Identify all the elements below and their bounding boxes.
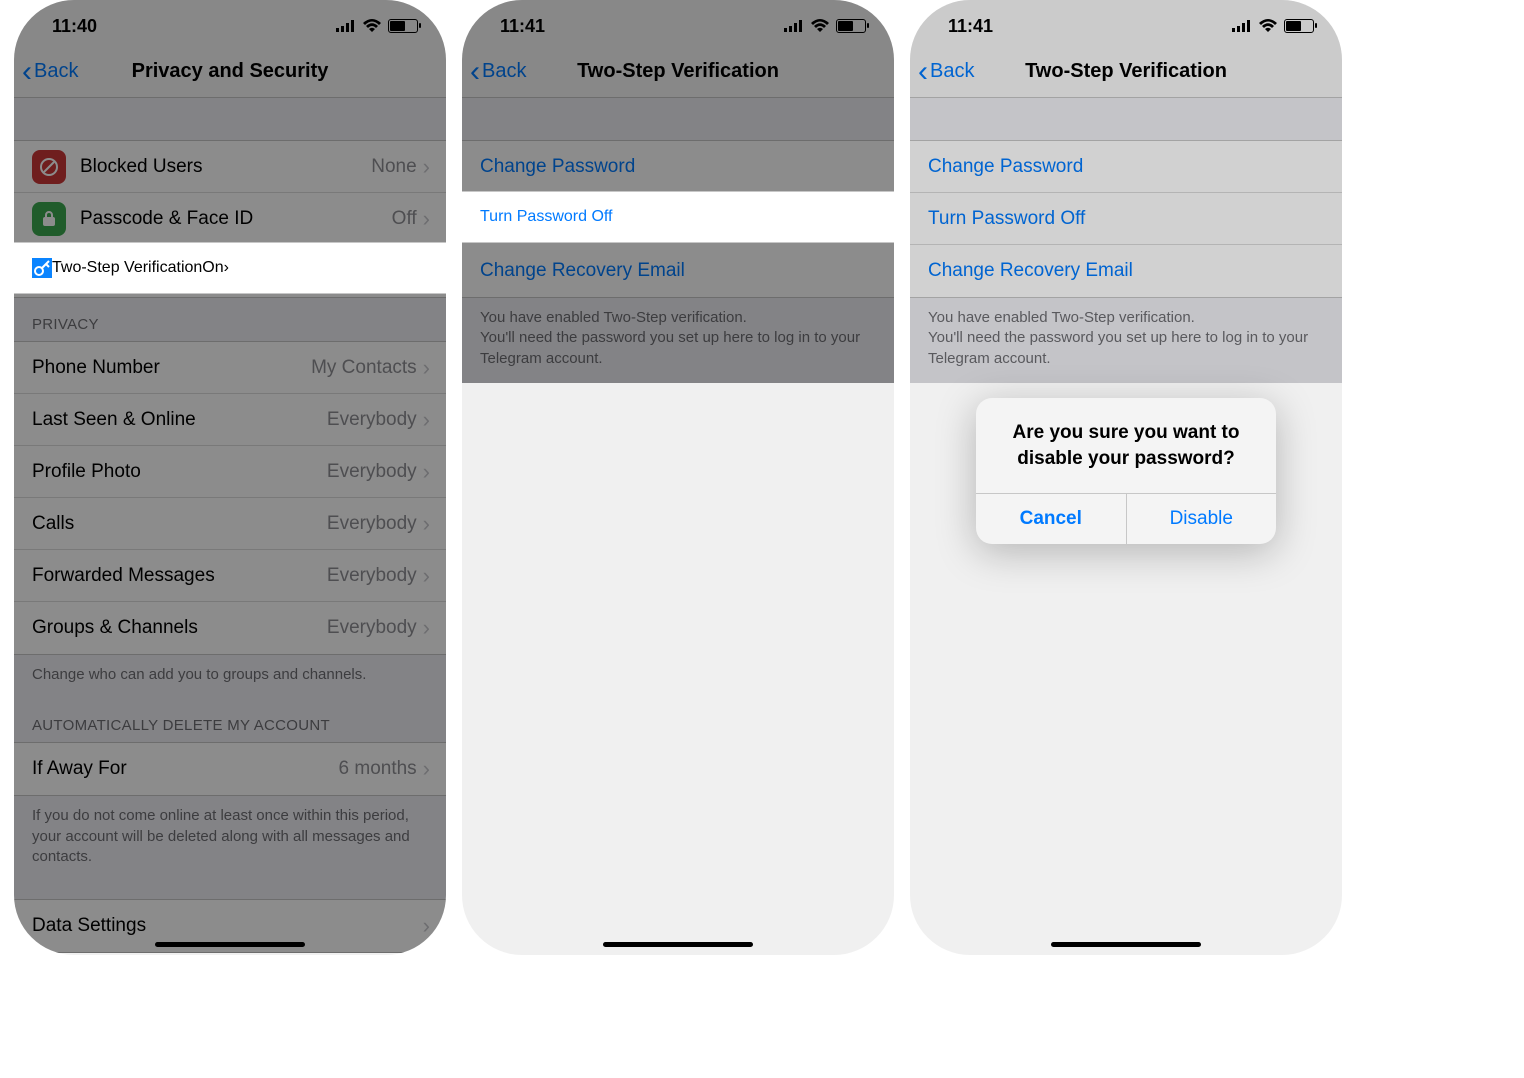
section-header-privacy: PRIVACY [14,298,446,341]
status-time: 11:40 [52,16,97,37]
home-indicator[interactable] [1051,942,1201,947]
phone-frame-3: 11:41 ‹ Back Two-Step Verification Chang… [910,0,1342,955]
back-button[interactable]: ‹ Back [22,57,78,87]
battery-icon [836,19,866,33]
chevron-right-icon: › [423,511,430,537]
row-forwarded-messages[interactable]: Forwarded MessagesEverybody› [14,550,446,602]
chevron-right-icon: › [423,206,430,232]
row-value: Off [392,208,417,230]
auto-delete-footer: If you do not come online at least once … [14,796,446,881]
privacy-footer: Change who can add you to groups and cha… [14,655,446,699]
row-profile-photo[interactable]: Profile PhotoEverybody› [14,446,446,498]
row-if-away[interactable]: If Away For6 months› [14,743,446,795]
back-label: Back [34,60,78,83]
row-label: Turn Password Off [480,208,613,226]
phone-frame-1: 11:40 ‹ Back Privacy and Security [14,0,446,955]
chevron-left-icon: ‹ [918,57,928,87]
nav-bar: ‹ Back Two-Step Verification [910,46,1342,98]
status-time: 11:41 [948,16,993,37]
row-value: On [202,259,223,277]
cellular-icon [784,20,804,32]
chevron-right-icon: › [423,615,430,641]
alert-cancel-button[interactable]: Cancel [976,494,1127,544]
battery-icon [388,19,418,33]
row-groups-channels[interactable]: Groups & ChannelsEverybody› [14,602,446,654]
wifi-icon [362,19,382,33]
wifi-icon [810,19,830,33]
nav-bar: ‹ Back Privacy and Security [14,46,446,98]
chevron-right-icon: › [224,259,229,277]
status-bar: 11:41 [910,0,1342,46]
back-button[interactable]: ‹ Back [918,57,974,87]
row-value: None [371,156,416,178]
blocked-icon [32,150,66,184]
confirmation-alert: Are you sure you want to disable your pa… [976,398,1276,544]
twostep-group: Change Password Turn Password Off Change… [910,140,1342,298]
row-change-recovery-email[interactable]: Change Recovery Email [910,245,1342,297]
chevron-left-icon: ‹ [22,57,32,87]
status-time: 11:41 [500,16,545,37]
row-turn-password-off[interactable]: Turn Password Off [910,193,1342,245]
row-label: Passcode & Face ID [80,208,392,230]
chevron-right-icon: › [423,756,430,782]
key-icon [32,258,52,278]
twostep-footer: You have enabled Two-Step verification. … [910,298,1342,383]
chevron-right-icon: › [423,563,430,589]
row-phone-number[interactable]: Phone NumberMy Contacts› [14,342,446,394]
status-indicators [1232,19,1314,33]
row-label: Blocked Users [80,156,371,178]
passcode-icon [32,202,66,236]
page-title: Privacy and Security [132,60,329,83]
row-turn-password-off[interactable]: Turn Password Off [462,191,894,243]
status-bar: 11:41 [462,0,894,46]
row-two-step-verification[interactable]: Two-Step Verification On › [14,242,446,294]
alert-disable-button[interactable]: Disable [1127,494,1277,544]
page-title: Two-Step Verification [577,60,779,83]
wifi-icon [1258,19,1278,33]
row-label: Two-Step Verification [52,259,202,277]
home-indicator[interactable] [155,942,305,947]
page-title: Two-Step Verification [1025,60,1227,83]
row-calls[interactable]: CallsEverybody› [14,498,446,550]
row-last-seen[interactable]: Last Seen & OnlineEverybody› [14,394,446,446]
nav-bar: ‹ Back Two-Step Verification [462,46,894,98]
section-header-auto-delete: AUTOMATICALLY DELETE MY ACCOUNT [14,699,446,742]
back-button[interactable]: ‹ Back [470,57,526,87]
chevron-right-icon: › [423,154,430,180]
row-blocked-users[interactable]: Blocked Users None › [14,141,446,193]
settings-content: Blocked Users None › Passcode & Face ID … [14,98,446,953]
settings-content: Change Password Turn Password Off Change… [910,98,1342,383]
privacy-group: Phone NumberMy Contacts› Last Seen & Onl… [14,341,446,655]
twostep-footer: You have enabled Two-Step verification. … [462,298,894,383]
status-indicators [336,19,418,33]
phone-frame-2: 11:41 ‹ Back Two-Step Verification Chang… [462,0,894,955]
back-label: Back [930,60,974,83]
cellular-icon [1232,20,1252,32]
chevron-right-icon: › [423,913,430,939]
home-indicator[interactable] [603,942,753,947]
row-change-password[interactable]: Change Password [910,141,1342,193]
status-indicators [784,19,866,33]
status-bar: 11:40 [14,0,446,46]
cellular-icon [336,20,356,32]
chevron-right-icon: › [423,459,430,485]
chevron-right-icon: › [423,407,430,433]
battery-icon [1284,19,1314,33]
back-label: Back [482,60,526,83]
chevron-left-icon: ‹ [470,57,480,87]
row-change-password[interactable]: Change Password [462,141,894,193]
row-passcode[interactable]: Passcode & Face ID Off › [14,193,446,245]
auto-delete-group: If Away For6 months› [14,742,446,796]
alert-title: Are you sure you want to disable your pa… [976,398,1276,493]
row-change-recovery-email[interactable]: Change Recovery Email [462,245,894,297]
chevron-right-icon: › [423,355,430,381]
